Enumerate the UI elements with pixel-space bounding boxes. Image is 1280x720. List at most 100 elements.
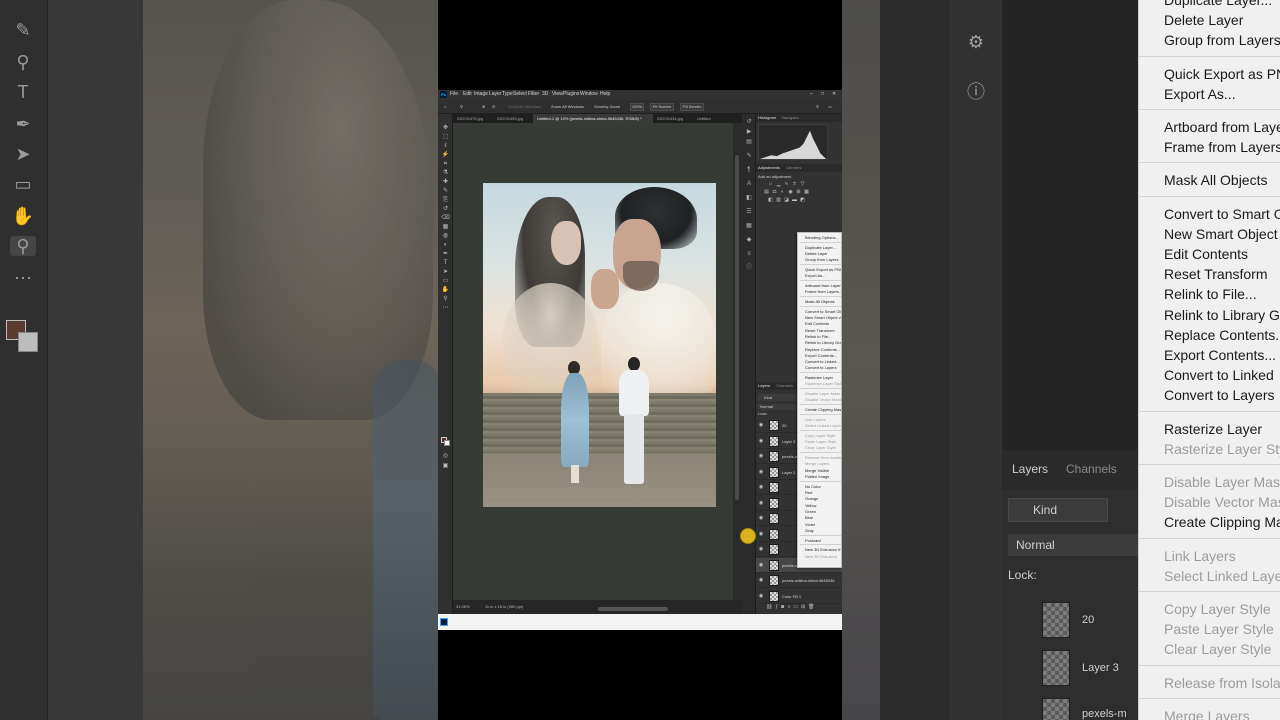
visibility-eye-icon[interactable]: ◉ xyxy=(758,577,764,583)
quick-mask-icon[interactable]: ◎ xyxy=(441,452,450,460)
visibility-eye-icon[interactable]: ◉ xyxy=(758,469,764,475)
context-menu-item[interactable]: Relink to Library Graphic... xyxy=(805,340,841,345)
menu-help[interactable]: Help xyxy=(600,91,610,97)
scroll-thumb[interactable] xyxy=(735,155,739,500)
menu-image[interactable]: Image xyxy=(474,91,488,97)
healing-tool-icon[interactable]: ✚ xyxy=(441,178,450,186)
visibility-eye-icon[interactable]: ◉ xyxy=(758,593,764,599)
kind-filter[interactable]: Kind xyxy=(758,394,798,401)
horizontal-scrollbar[interactable] xyxy=(598,607,668,611)
context-menu-item[interactable]: Red xyxy=(805,490,812,495)
tab-document[interactable]: DSC00434.jpg xyxy=(653,114,693,123)
scroll-all-windows-checkbox[interactable]: Scroll All Windows xyxy=(508,104,541,109)
context-menu-item[interactable]: Reset Transform xyxy=(805,328,835,333)
tab-adjustments[interactable]: Adjustments xyxy=(758,165,780,170)
selective-color-icon[interactable]: ◩ xyxy=(800,198,805,203)
zoom-out-icon[interactable]: ⊖ xyxy=(492,104,495,109)
bw-icon[interactable]: ◐ xyxy=(780,190,785,195)
context-menu-item[interactable]: Rasterize Layer xyxy=(805,375,833,380)
posterize-icon[interactable]: ▥ xyxy=(776,198,781,203)
character-icon[interactable]: A xyxy=(745,180,753,188)
properties-icon[interactable]: ▤ xyxy=(745,138,753,146)
object-select-tool-icon[interactable]: ⚡ xyxy=(441,151,450,159)
tab-navigator[interactable]: Navigator xyxy=(782,115,799,120)
visibility-eye-icon[interactable]: ◉ xyxy=(758,422,764,428)
path-select-tool-icon[interactable]: ➤ xyxy=(441,268,450,276)
tab-document[interactable]: Untitled xyxy=(693,114,723,123)
home-icon[interactable]: ⌂ xyxy=(444,104,446,109)
info-icon[interactable]: ⓘ xyxy=(745,264,753,272)
menu-type[interactable]: Type xyxy=(502,91,513,97)
context-menu-item[interactable]: New Smart Object via Copy xyxy=(805,315,841,320)
tab-layers[interactable]: Layers xyxy=(758,383,770,388)
tab-active-document[interactable]: Untitled-1 @ 10% (pexels-mälina-shina-96… xyxy=(533,114,653,123)
visibility-eye-icon[interactable]: ◉ xyxy=(758,484,764,490)
channel-mixer-icon[interactable]: ⊞ xyxy=(796,190,801,195)
eraser-tool-icon[interactable]: ⌫ xyxy=(441,214,450,222)
zoom-all-windows-checkbox[interactable]: Zoom All Windows xyxy=(551,104,584,109)
context-menu-item[interactable]: Convert to Layers xyxy=(805,365,837,370)
context-menu-item[interactable]: Flatten Image xyxy=(805,474,829,479)
rectangle-tool-icon[interactable]: ▭ xyxy=(441,277,450,285)
libraries-icon[interactable]: ◧ xyxy=(745,194,753,202)
zoom-tool-icon[interactable]: ⚲ xyxy=(460,104,463,109)
tab-document[interactable]: DSC00475.jpg xyxy=(453,114,493,123)
link-icon[interactable]: ⛓ xyxy=(766,604,775,610)
search-icon[interactable]: ⚲ xyxy=(816,104,819,109)
context-menu-item[interactable]: Frame from Layers... xyxy=(805,289,841,294)
visibility-eye-icon[interactable]: ◉ xyxy=(758,546,764,552)
invert-icon[interactable]: ◧ xyxy=(768,198,773,203)
dodge-tool-icon[interactable]: ◐ xyxy=(441,241,450,249)
tab-document[interactable]: DSC00453.jpg xyxy=(493,114,533,123)
threshold-icon[interactable]: ◪ xyxy=(784,198,789,203)
lasso-tool-icon[interactable]: ℓ xyxy=(441,142,450,150)
tab-libraries[interactable]: Libraries xyxy=(786,165,801,170)
context-menu-item[interactable]: Relink to File... xyxy=(805,334,831,339)
more-tools-icon[interactable]: ⋯ xyxy=(441,304,450,312)
crop-tool-icon[interactable]: ⌗ xyxy=(441,160,450,168)
history-brush-tool-icon[interactable]: ↺ xyxy=(441,205,450,213)
curves-icon[interactable]: ∿ xyxy=(784,182,789,187)
zoom-level[interactable]: 31.08% xyxy=(456,604,470,609)
vertical-scrollbar[interactable] xyxy=(733,123,742,600)
maximize-icon[interactable]: □ xyxy=(821,91,824,97)
context-menu-item[interactable]: Replace Contents... xyxy=(805,347,840,352)
color-balance-icon[interactable]: ⚖ xyxy=(772,190,777,195)
context-menu-item[interactable]: Export Contents... xyxy=(805,353,837,358)
hue-sat-icon[interactable]: ▤ xyxy=(764,190,769,195)
screen-mode-icon[interactable]: ▣ xyxy=(441,462,450,470)
blur-tool-icon[interactable]: ◍ xyxy=(441,232,450,240)
styles-icon[interactable]: ◆ xyxy=(745,236,753,244)
hand-tool-icon[interactable]: ✋ xyxy=(441,286,450,294)
layer-row[interactable]: ◉ pexels-mälina-shina-9645436 xyxy=(756,573,842,588)
background-color-swatch[interactable] xyxy=(444,440,450,446)
visibility-eye-icon[interactable]: ◉ xyxy=(758,531,764,537)
menu-plugins[interactable]: Plugins xyxy=(563,91,579,97)
paragraph-icon[interactable]: ¶ xyxy=(745,166,753,174)
context-menu-item[interactable]: Orange xyxy=(805,496,818,501)
context-menu-item[interactable]: Merge Visible xyxy=(805,468,829,473)
context-menu-item[interactable]: New 3D Extrusion from Selected Layer xyxy=(805,547,841,552)
menu-view[interactable]: View xyxy=(552,91,563,97)
menu-layer[interactable]: Layer xyxy=(489,91,502,97)
context-menu-item[interactable]: Create Clipping Mask xyxy=(805,407,841,412)
workspace-icon[interactable]: ▭ xyxy=(828,104,832,109)
actions-icon[interactable]: ≡ xyxy=(745,250,753,258)
trash-icon[interactable]: 🗑 xyxy=(808,604,817,610)
menu-edit[interactable]: Edit xyxy=(463,91,472,97)
tab-histogram[interactable]: Histogram xyxy=(758,115,776,120)
levels-icon[interactable]: ▁ xyxy=(776,182,781,187)
vibrance-icon[interactable]: ▽ xyxy=(800,182,805,187)
context-menu-item[interactable]: Blending Options... xyxy=(805,235,839,240)
adjust-icon[interactable]: ☰ xyxy=(745,208,753,216)
group-icon[interactable]: ▭ xyxy=(793,604,801,610)
zoom-tool-icon[interactable]: ⚲ xyxy=(441,295,450,303)
context-menu-item[interactable]: Edit Contents xyxy=(805,321,829,326)
menu-3d[interactable]: 3D xyxy=(542,91,548,97)
context-menu-item[interactable]: Quick Export as PNG xyxy=(805,267,841,272)
pen-tool-icon[interactable]: ✒ xyxy=(441,250,450,258)
gradient-map-icon[interactable]: ▬ xyxy=(792,198,797,203)
fit-screen-button[interactable]: Fit Screen xyxy=(650,103,674,111)
color-lookup-icon[interactable]: ▦ xyxy=(804,190,809,195)
menu-select[interactable]: Select xyxy=(513,91,527,97)
